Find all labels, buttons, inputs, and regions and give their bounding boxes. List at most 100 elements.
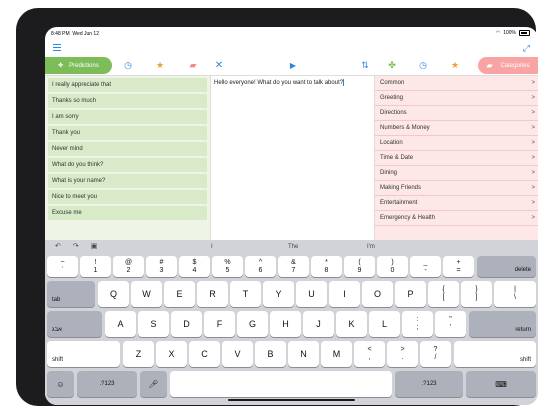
- key-period[interactable]: >.: [387, 341, 418, 367]
- key-1-2[interactable]: ! 1: [80, 256, 111, 277]
- menu-icon[interactable]: [53, 44, 61, 53]
- key-1-7[interactable]: ^ 6: [245, 256, 276, 277]
- key-1-1[interactable]: ~ `: [47, 256, 78, 277]
- category-item[interactable]: Common >: [375, 76, 538, 91]
- phrase-item[interactable]: Thanks so much: [48, 94, 207, 108]
- key-1-3[interactable]: @2: [113, 256, 144, 277]
- delete-key[interactable]: delete: [477, 256, 536, 277]
- predictions-small-icon[interactable]: ✤: [385, 57, 399, 74]
- key-k[interactable]: K: [336, 311, 367, 337]
- key-d[interactable]: D: [171, 311, 202, 337]
- category-item[interactable]: Entertainment >: [375, 196, 538, 211]
- key-1-12[interactable]: _ -: [410, 256, 441, 277]
- key-q[interactable]: Q: [98, 281, 129, 307]
- history-small-icon[interactable]: ◷: [416, 57, 430, 74]
- text-editor[interactable]: Hello everyone! What do you want to talk…: [210, 76, 375, 241]
- undo-icon[interactable]: ↶: [55, 242, 61, 250]
- chevron-right-icon: >: [531, 215, 535, 221]
- folder-icon[interactable]: ▰: [186, 57, 200, 74]
- suggestion-3[interactable]: I'm: [367, 244, 375, 250]
- key-o[interactable]: O: [362, 281, 393, 307]
- key-t[interactable]: T: [230, 281, 261, 307]
- key-1-5[interactable]: $4: [179, 256, 210, 277]
- sort-icon[interactable]: ⇅: [358, 57, 372, 74]
- microphone-icon[interactable]: 🎤︎: [140, 371, 167, 397]
- phrase-item[interactable]: I am sorry: [48, 110, 207, 124]
- suggestion-1[interactable]: I: [211, 244, 213, 250]
- key-bracket-left[interactable]: {[: [428, 281, 459, 307]
- predictions-button[interactable]: ✤ Predictions: [45, 57, 112, 74]
- key-r[interactable]: R: [197, 281, 228, 307]
- key-s[interactable]: S: [138, 311, 169, 337]
- category-item[interactable]: Time & Date >: [375, 151, 538, 166]
- key-n[interactable]: N: [288, 341, 319, 367]
- key-backslash[interactable]: | \: [494, 281, 536, 307]
- key-l[interactable]: L: [369, 311, 400, 337]
- expand-icon[interactable]: ⤢: [523, 43, 530, 54]
- category-item[interactable]: Making Friends >: [375, 181, 538, 196]
- category-item[interactable]: Numbers & Money >: [375, 121, 538, 136]
- key-g[interactable]: G: [237, 311, 268, 337]
- key-p[interactable]: P: [395, 281, 426, 307]
- suggestion-2[interactable]: The: [288, 244, 298, 250]
- key-e[interactable]: E: [164, 281, 195, 307]
- paste-icon[interactable]: ▣: [91, 242, 98, 250]
- phrase-item[interactable]: Nice to meet you: [48, 190, 207, 204]
- category-item[interactable]: Greeting >: [375, 91, 538, 106]
- key-c[interactable]: C: [189, 341, 220, 367]
- phrase-item[interactable]: Never mind: [48, 142, 207, 156]
- key-h[interactable]: H: [270, 311, 301, 337]
- categories-button[interactable]: ▰ Categories: [478, 57, 538, 74]
- return-key[interactable]: return: [469, 311, 536, 337]
- phrase-item[interactable]: What do you think?: [48, 158, 207, 172]
- key-comma[interactable]: <,: [354, 341, 385, 367]
- language-key[interactable]: אבג: [47, 311, 102, 337]
- phrase-item[interactable]: Excuse me: [48, 206, 207, 220]
- emoji-icon[interactable]: ☺: [47, 371, 74, 397]
- key-z[interactable]: Z: [123, 341, 154, 367]
- category-item[interactable]: Directions >: [375, 106, 538, 121]
- star-small-icon[interactable]: ★: [448, 57, 462, 74]
- key-semicolon[interactable]: :;: [402, 311, 433, 337]
- key-a[interactable]: A: [105, 311, 136, 337]
- shift-right-key[interactable]: shift: [454, 341, 536, 367]
- phrase-item[interactable]: Thank you: [48, 126, 207, 140]
- key-1-4[interactable]: #3: [146, 256, 177, 277]
- key-f[interactable]: F: [204, 311, 235, 337]
- phrase-item[interactable]: What is your name?: [48, 174, 207, 188]
- key-m[interactable]: M: [321, 341, 352, 367]
- space-bar[interactable]: [170, 371, 392, 397]
- key-bracket-right[interactable]: }]: [461, 281, 492, 307]
- phrase-item[interactable]: I really appreciate that: [48, 78, 207, 92]
- play-icon[interactable]: ▶: [286, 57, 300, 74]
- key-1-10[interactable]: (9: [344, 256, 375, 277]
- key-1-13[interactable]: + =: [443, 256, 474, 277]
- key-1-6[interactable]: % 5: [212, 256, 243, 277]
- hide-keyboard-icon[interactable]: ⌨: [466, 371, 536, 397]
- category-item[interactable]: Dining >: [375, 166, 538, 181]
- key-u[interactable]: U: [296, 281, 327, 307]
- tab-key[interactable]: tab: [47, 281, 95, 307]
- key-1-8[interactable]: & 7: [278, 256, 309, 277]
- history-icon[interactable]: ◷: [121, 57, 135, 74]
- redo-icon[interactable]: ↷: [73, 242, 79, 250]
- key-quote[interactable]: " ': [435, 311, 466, 337]
- key-w[interactable]: W: [131, 281, 162, 307]
- clear-icon[interactable]: ✕: [212, 57, 226, 74]
- numbers-key-left[interactable]: .?123: [77, 371, 137, 397]
- numbers-key-right[interactable]: .?123: [395, 371, 463, 397]
- key-b[interactable]: B: [255, 341, 286, 367]
- key-slash[interactable]: ? /: [420, 341, 451, 367]
- category-item[interactable]: Emergency & Health >: [375, 211, 538, 226]
- star-icon[interactable]: ★: [153, 57, 167, 74]
- category-item[interactable]: Location >: [375, 136, 538, 151]
- shift-left-key[interactable]: shift: [47, 341, 120, 367]
- key-j[interactable]: J: [303, 311, 334, 337]
- key-1-11[interactable]: ) 0: [377, 256, 408, 277]
- key-v[interactable]: V: [222, 341, 253, 367]
- key-i[interactable]: I: [329, 281, 360, 307]
- key-y[interactable]: Y: [263, 281, 294, 307]
- editor-text-area[interactable]: Hello everyone! What do you want to talk…: [214, 79, 344, 86]
- key-x[interactable]: X: [156, 341, 187, 367]
- key-1-9[interactable]: * 8: [311, 256, 342, 277]
